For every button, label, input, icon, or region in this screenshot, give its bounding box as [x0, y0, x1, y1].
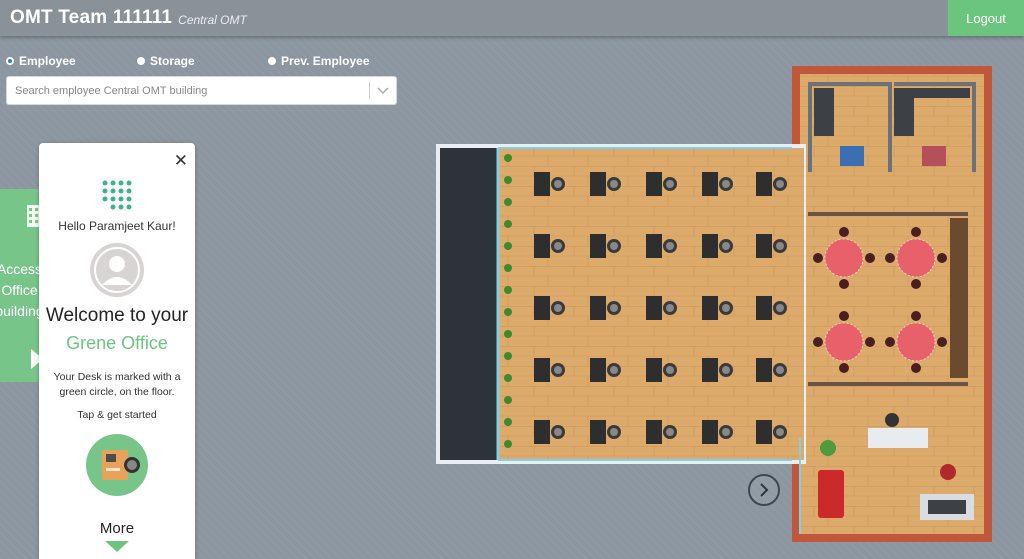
search-mode-group: Employee Storage Prev. Employee — [6, 54, 370, 68]
partition-wall — [808, 382, 968, 386]
more-button[interactable]: More — [39, 520, 195, 537]
cabin-desk — [922, 146, 946, 166]
desk-description: Your Desk is marked with a green circle,… — [53, 371, 181, 398]
welcome-heading: Welcome to your — [45, 305, 189, 326]
welcome-card: ✕ Hello Paramjeet Kaur! Welcome to your … — [39, 143, 195, 559]
building-name: Central OMT — [178, 13, 247, 27]
desk-illustration-icon[interactable] — [86, 434, 148, 496]
radio-label-storage: Storage — [150, 54, 195, 68]
plant — [504, 308, 512, 316]
plant — [504, 396, 512, 404]
office-floor-plan — [436, 66, 992, 542]
cabin-wall — [888, 82, 892, 172]
chevron-down-icon[interactable] — [370, 86, 396, 95]
pantry-counter — [950, 218, 968, 378]
red-sofa — [818, 470, 844, 518]
plant — [504, 176, 512, 184]
cabin-shelf — [914, 88, 970, 98]
plant — [504, 330, 512, 338]
plant — [504, 154, 512, 162]
brand-name: Grene Office — [66, 333, 168, 353]
plant — [504, 264, 512, 272]
radio-prev-employee[interactable]: Prev. Employee — [268, 54, 370, 68]
plant — [504, 418, 512, 426]
radio-storage[interactable]: Storage — [137, 54, 268, 68]
grene-logo-icon — [102, 180, 132, 210]
arrow-down-icon[interactable] — [105, 541, 129, 552]
radio-label-employee: Employee — [19, 54, 76, 68]
cabin-desk — [840, 146, 864, 166]
plant — [504, 352, 512, 360]
user-avatar-icon — [94, 247, 140, 293]
greeting-text: Hello Paramjeet Kaur! — [58, 219, 176, 233]
access-panel-text: Access Office building — [0, 261, 42, 319]
radio-unselected-icon[interactable] — [268, 57, 276, 65]
search-input[interactable] — [7, 77, 369, 104]
corridor-strip — [440, 148, 498, 460]
cabin-wall — [808, 82, 812, 172]
radio-label-prev-employee: Prev. Employee — [281, 54, 370, 68]
plant — [504, 242, 512, 250]
next-floor-button[interactable] — [748, 474, 780, 506]
cabin-cupboard — [814, 88, 834, 136]
cabin-wall — [808, 82, 890, 86]
cabin-wall — [972, 82, 976, 172]
chevron-right-icon[interactable] — [758, 483, 770, 497]
radio-unselected-icon[interactable] — [137, 57, 145, 65]
plant — [504, 220, 512, 228]
employee-search — [6, 76, 397, 105]
close-icon[interactable]: ✕ — [174, 152, 188, 169]
plant — [504, 198, 512, 206]
partition-wall — [808, 212, 968, 216]
cabin-wall — [894, 82, 974, 86]
cabin-cupboard — [894, 88, 914, 136]
radio-employee[interactable]: Employee — [6, 54, 137, 68]
reception-desk — [868, 428, 928, 448]
radio-selected-icon[interactable] — [6, 57, 14, 65]
app-title: OMT Team 111111 — [10, 7, 173, 28]
red-armchair — [940, 464, 956, 480]
lobby-counter-inner — [928, 500, 966, 514]
logout-button[interactable]: Logout — [948, 0, 1024, 36]
avatar — [90, 243, 144, 297]
cta-text: Tap & get started — [77, 409, 157, 421]
reception-chair — [885, 413, 899, 427]
access-building-panel[interactable]: Access Office building — [0, 189, 42, 382]
top-bar: OMT Team 111111 Central OMT Logout — [0, 0, 1024, 36]
potted-plant — [820, 440, 836, 456]
plant — [504, 286, 512, 294]
plant — [504, 440, 512, 448]
plant — [504, 374, 512, 382]
